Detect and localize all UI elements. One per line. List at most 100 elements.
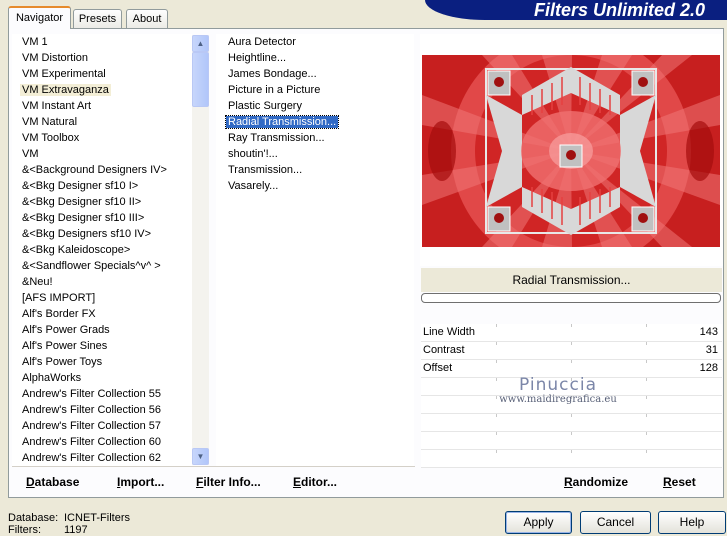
filter-item[interactable]: Radial Transmission... [216,114,414,130]
slider-tick [646,360,647,363]
watermark-url: www.maidiregrafica.eu [499,394,617,405]
category-item-label: &Neu! [22,276,53,288]
cancel-button[interactable]: Cancel [580,511,651,534]
category-item[interactable]: Alf's Power Toys [12,354,192,370]
category-item[interactable]: VM 1 [12,34,192,50]
category-item[interactable]: VM Experimental [12,66,192,82]
filter-item-label: Transmission... [228,164,303,176]
filter-item-label: Ray Transmission... [228,132,325,144]
slider-tick [571,450,572,453]
category-item-label: Andrew's Filter Collection 55 [22,388,162,400]
reset-button[interactable]: Reset [663,470,696,494]
category-item[interactable]: Alf's Power Grads [12,322,192,338]
slider-tick [496,432,497,435]
status-database: Database: ICNET-Filters [8,512,130,524]
category-item[interactable]: VM Distortion [12,50,192,66]
help-button[interactable]: Help [658,511,726,534]
category-item-label: &<Bkg Kaleidoscope> [22,244,131,256]
category-item[interactable]: VM Toolbox [12,130,192,146]
category-item-label: VM [22,148,39,160]
filter-item[interactable]: Transmission... [216,162,414,178]
filter-item[interactable]: shoutin'!... [216,146,414,162]
category-item[interactable]: Andrew's Filter Collection 62 [12,450,192,466]
category-scrollbar[interactable]: ▲ ▼ [192,35,209,465]
category-item[interactable]: VM [12,146,192,162]
filter-item-label: Aura Detector [228,36,296,48]
filter-item-label: Plastic Surgery [228,100,302,112]
category-item-label: Andrew's Filter Collection 62 [22,452,162,464]
category-item-label: &<Bkg Designer sf10 I> [22,180,139,192]
filter-item[interactable]: Aura Detector [216,34,414,50]
category-item[interactable]: Andrew's Filter Collection 60 [12,434,192,450]
editor-button[interactable]: Editor... [293,470,337,494]
category-item[interactable]: Andrew's Filter Collection 57 [12,418,192,434]
category-item[interactable]: [AFS IMPORT] [12,290,192,306]
category-item[interactable]: &<Sandflower Specials^v^ > [12,258,192,274]
database-button[interactable]: Database [26,470,79,494]
slider-tick [496,342,497,345]
category-item[interactable]: &<Bkg Designers sf10 IV> [12,226,192,242]
category-item[interactable]: Andrew's Filter Collection 56 [12,402,192,418]
category-item[interactable]: &Neu! [12,274,192,290]
chevron-down-icon[interactable]: ▼ [192,448,209,465]
slider-tick [496,360,497,363]
category-list[interactable]: VM 1 VM Distortion VM Experimental VM Extra… [12,34,192,466]
slider-tick [646,324,647,327]
filter-item[interactable]: James Bondage... [216,66,414,82]
tab-navigator[interactable]: Navigator [8,6,71,29]
category-item[interactable]: VM Instant Art [12,98,192,114]
category-item-label: Alf's Power Toys [22,356,103,368]
category-item-label: &<Bkg Designer sf10 II> [22,196,142,208]
slider-tick [646,342,647,345]
filter-list[interactable]: Aura Detector Heightline... James Bondage.… [216,34,414,466]
category-item[interactable]: Andrew's Filter Collection 55 [12,386,192,402]
category-item[interactable]: Alf's Power Sines [12,338,192,354]
category-item-label: VM Distortion [22,52,89,64]
filter-item-label: James Bondage... [228,68,317,80]
slider-contrast[interactable]: Contrast 31 [421,342,722,360]
category-item-label: VM Instant Art [22,100,92,112]
watermark: Pinuccia www.maidiregrafica.eu [496,375,620,405]
filter-item-label: Radial Transmission... [224,115,340,129]
category-item[interactable]: Alf's Border FX [12,306,192,322]
progress-bar [421,293,721,303]
category-item[interactable]: &<Bkg Designer sf10 I> [12,178,192,194]
import-button[interactable]: Import... [117,470,164,494]
status-filters: Filters: 1197 [8,524,88,536]
category-item[interactable]: &<Bkg Designer sf10 II> [12,194,192,210]
category-item[interactable]: &<Bkg Designer sf10 III> [12,210,192,226]
filter-info-button[interactable]: Filter Info... [196,470,261,494]
filter-item[interactable]: Vasarely... [216,178,414,194]
category-item-label: VM Experimental [22,68,106,80]
preview-image [422,55,720,247]
slider-line-width[interactable]: Line Width 143 [421,324,722,342]
category-item[interactable]: &<Bkg Kaleidoscope> [12,242,192,258]
category-item[interactable]: AlphaWorks [12,370,192,386]
category-item[interactable]: VM Extravaganza [12,82,192,98]
category-item-label: VM Natural [22,116,78,128]
filter-item[interactable]: Plastic Surgery [216,98,414,114]
chevron-up-icon[interactable]: ▲ [192,35,209,52]
category-item-label: AlphaWorks [22,372,82,384]
slider-tick [496,324,497,327]
status-filters-value: 1197 [64,524,88,536]
category-item-label: Alf's Border FX [22,308,96,320]
category-item[interactable]: &<Background Designers IV> [12,162,192,178]
slider-label: Contrast [423,344,465,356]
filter-item[interactable]: Heightline... [216,50,414,66]
filter-item[interactable]: Picture in a Picture [216,82,414,98]
tab-presets[interactable]: Presets [73,9,122,28]
tab-about[interactable]: About [126,9,168,28]
category-item-label: Andrew's Filter Collection 57 [22,420,162,432]
category-item-label: &<Bkg Designers sf10 IV> [22,228,152,240]
apply-button[interactable]: Apply [505,511,572,534]
category-item-label: VM Toolbox [22,132,80,144]
scrollbar-thumb[interactable] [192,52,209,107]
slider-tick [571,414,572,417]
filter-item[interactable]: Ray Transmission... [216,130,414,146]
slider-tick [496,414,497,417]
watermark-title: Pinuccia [519,375,597,395]
category-item[interactable]: VM Natural [12,114,192,130]
randomize-button[interactable]: Randomize [564,470,628,494]
category-item-label: [AFS IMPORT] [22,292,96,304]
